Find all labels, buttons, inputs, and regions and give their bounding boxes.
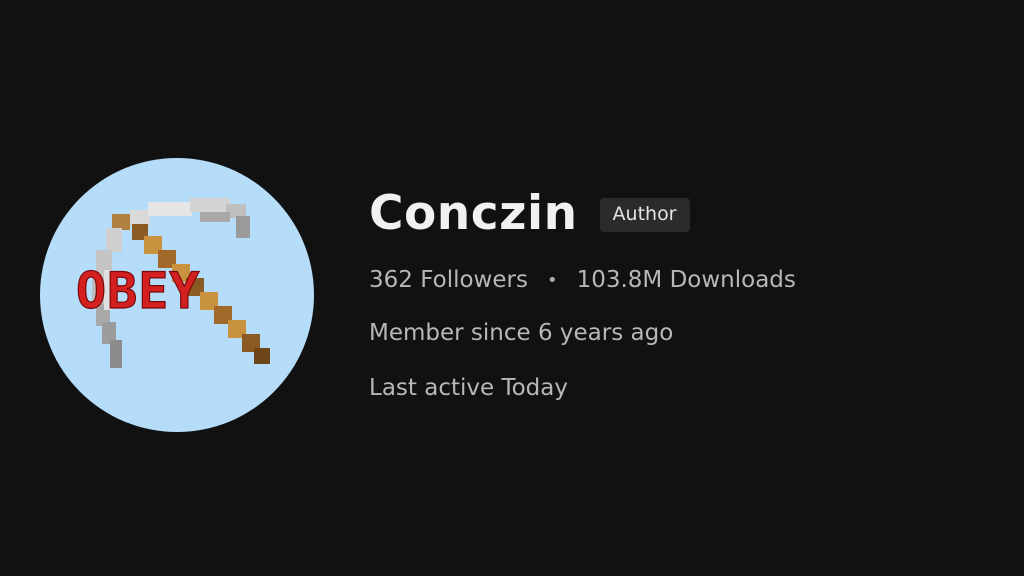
avatar-logo-text: OBEY — [76, 262, 200, 320]
role-badge: Author — [599, 198, 690, 232]
stats-separator: • — [546, 269, 558, 291]
stats-row: 362 Followers • 103.8M Downloads — [369, 265, 796, 295]
member-since: Member since 6 years ago — [369, 320, 674, 346]
avatar: OBEY — [40, 158, 314, 432]
user-profile-header: OBEY Conczin Author 362 Followers • 103.… — [0, 0, 1024, 576]
pickaxe-obey-logo-icon: OBEY — [75, 198, 270, 368]
name-row: Conczin Author — [369, 182, 796, 246]
profile-info: Conczin Author 362 Followers • 103.8M Do… — [369, 182, 796, 405]
last-active: Last active Today — [369, 375, 568, 401]
followers-count[interactable]: 362 Followers — [369, 267, 528, 293]
username[interactable]: Conczin — [369, 182, 578, 246]
downloads-count: 103.8M Downloads — [576, 267, 796, 293]
